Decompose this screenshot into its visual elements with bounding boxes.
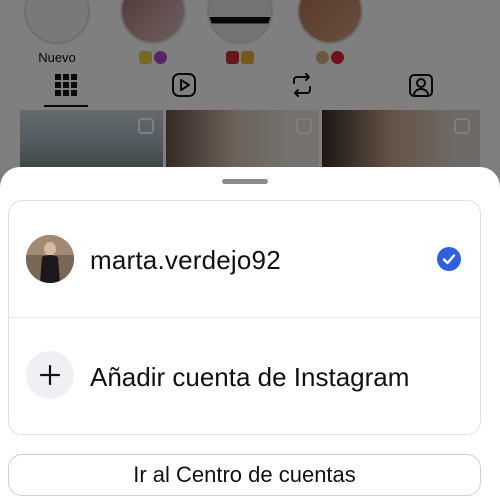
accounts-list-card: marta.verdejo92 Añadir cuenta de Instagr…: [8, 200, 481, 435]
account-switcher-sheet: marta.verdejo92 Añadir cuenta de Instagr…: [0, 167, 500, 500]
accounts-center-button[interactable]: Ir al Centro de cuentas: [8, 454, 481, 496]
sheet-drag-handle[interactable]: [222, 179, 268, 184]
add-account-row[interactable]: Añadir cuenta de Instagram: [9, 318, 480, 435]
plus-icon: [26, 351, 74, 399]
account-row[interactable]: marta.verdejo92: [9, 201, 480, 318]
add-account-label: Añadir cuenta de Instagram: [90, 362, 410, 392]
avatar: [26, 235, 74, 283]
account-username: marta.verdejo92: [90, 245, 281, 275]
checkmark-icon: [437, 247, 461, 271]
